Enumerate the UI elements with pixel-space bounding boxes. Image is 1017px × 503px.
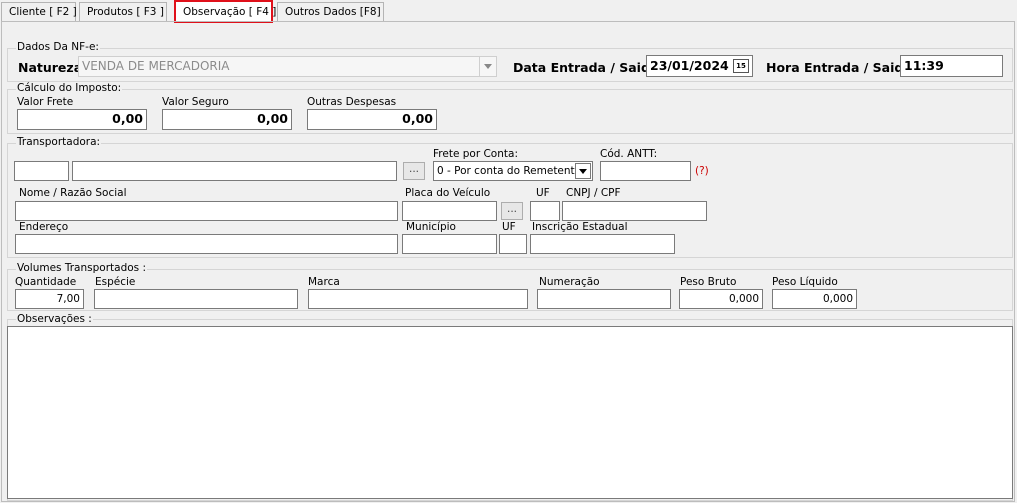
uf2-label: UF (502, 221, 516, 233)
transportadora-search-button[interactable]: ... (403, 162, 425, 180)
outras-despesas-label: Outras Despesas (307, 96, 397, 108)
valor-seguro-field[interactable]: 0,00 (162, 109, 292, 130)
placa-search-button[interactable]: ... (501, 202, 523, 220)
valor-frete-label: Valor Frete (17, 96, 74, 108)
nfe-group-label: Dados Da NF-e: (16, 41, 100, 53)
antt-label: Cód. ANTT: (600, 148, 658, 160)
hora-entrada-saida-field[interactable]: 11:39 (900, 55, 1003, 77)
numeracao-label: Numeração (539, 276, 600, 288)
endereco-field[interactable] (15, 234, 398, 254)
frete-por-conta-label: Frete por Conta: (433, 148, 518, 160)
quantidade-field[interactable]: 7,00 (15, 289, 84, 309)
inscricao-estadual-label: Inscrição Estadual (532, 221, 628, 233)
placa-veiculo-label: Placa do Veículo (405, 187, 491, 199)
tab-bar: Cliente [ F2 ] Produtos [ F3 ] Observaçã… (0, 0, 1017, 23)
especie-field[interactable] (94, 289, 298, 309)
antt-help-icon[interactable]: (?) (695, 165, 709, 177)
antt-field[interactable] (600, 161, 691, 181)
marca-field[interactable] (308, 289, 528, 309)
cnpj-cpf-field[interactable] (562, 201, 707, 221)
observacoes-textarea[interactable] (7, 326, 1013, 499)
frete-por-conta-select[interactable]: 0 - Por conta do Remetente (433, 161, 593, 181)
outras-despesas-field[interactable]: 0,00 (307, 109, 437, 130)
data-entrada-saida-value: 23/01/2024 (650, 58, 729, 73)
inscricao-estadual-field[interactable] (530, 234, 675, 254)
marca-label: Marca (308, 276, 340, 288)
transportadora-group-label: Transportadora: (16, 136, 102, 148)
hora-entrada-saida-label: Hora Entrada / Saida (766, 60, 912, 75)
uf-field[interactable] (530, 201, 560, 221)
valor-seguro-label: Valor Seguro (162, 96, 229, 108)
calendar-icon[interactable]: 15 (733, 59, 749, 73)
tab-produtos[interactable]: Produtos [ F3 ] (79, 2, 167, 21)
natureza-label: Natureza (18, 60, 83, 75)
transportadora-codigo-field[interactable] (14, 161, 69, 181)
valor-frete-field[interactable]: 0,00 (17, 109, 147, 130)
municipio-field[interactable] (402, 234, 497, 254)
tab-observacao[interactable]: Observação [ F4 ] (174, 0, 276, 23)
tab-cliente[interactable]: Cliente [ F2 ] (1, 2, 77, 21)
peso-bruto-field[interactable]: 0,000 (679, 289, 763, 309)
cnpj-cpf-label: CNPJ / CPF (566, 187, 621, 199)
peso-liquido-label: Peso Líquido (772, 276, 838, 288)
imposto-group-label: Cálculo do Imposto: (16, 82, 123, 94)
nome-razao-social-label: Nome / Razão Social (19, 187, 127, 199)
volumes-group-label: Volumes Transportados : (16, 262, 147, 274)
endereco-label: Endereço (19, 221, 69, 233)
frete-por-conta-value: 0 - Por conta do Remetente (437, 165, 582, 177)
especie-label: Espécie (95, 276, 136, 288)
imposto-group (7, 89, 1013, 134)
data-entrada-saida-field[interactable]: 23/01/2024 15 (646, 55, 753, 77)
data-entrada-saida-label: Data Entrada / Saida (513, 60, 659, 75)
tab-outros-dados[interactable]: Outros Dados [F8] (277, 2, 384, 21)
uf2-field[interactable] (499, 234, 527, 254)
peso-liquido-field[interactable]: 0,000 (772, 289, 857, 309)
chevron-down-icon[interactable] (479, 57, 496, 76)
uf-label: UF (536, 187, 550, 199)
natureza-value: VENDA DE MERCADORIA (82, 59, 230, 73)
natureza-select[interactable]: VENDA DE MERCADORIA (78, 56, 497, 77)
placa-veiculo-field[interactable] (402, 201, 497, 221)
transportadora-nome-busca-field[interactable] (72, 161, 397, 181)
numeracao-field[interactable] (537, 289, 671, 309)
quantidade-label: Quantidade (15, 276, 77, 288)
nome-razao-social-field[interactable] (15, 201, 398, 221)
peso-bruto-label: Peso Bruto (680, 276, 737, 288)
observacoes-label: Observações : (16, 313, 93, 325)
municipio-label: Município (406, 221, 456, 233)
chevron-down-icon[interactable] (575, 163, 591, 179)
